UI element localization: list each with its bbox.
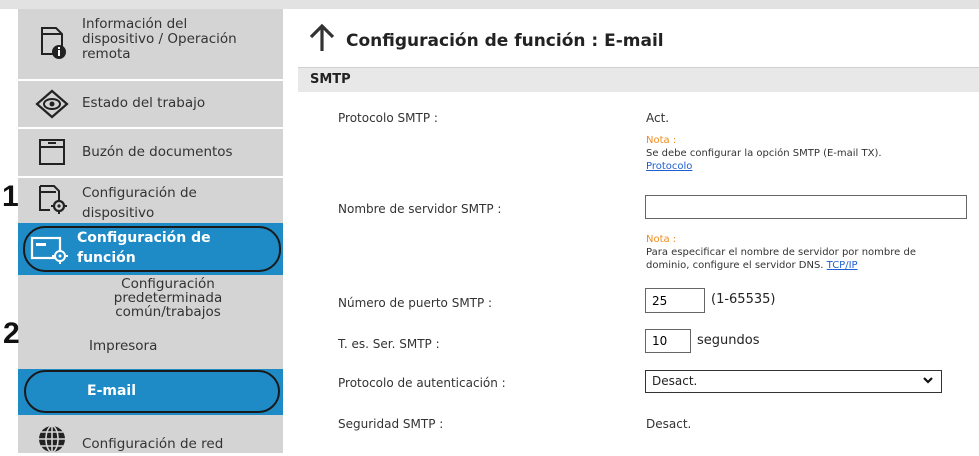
sidebar-item-device-settings[interactable]: Configuración de dispositivo [18, 178, 283, 221]
note-heading: Nota : [646, 135, 677, 146]
highlight-outline [23, 226, 281, 272]
sidebar-item-label: Información del dispositivo / Operación … [82, 16, 237, 62]
up-arrow-icon[interactable] [308, 23, 336, 57]
value-smtp-protocol: Act. [646, 111, 670, 125]
top-bar [0, 0, 979, 9]
page-title: Configuración de función : E-mail [346, 31, 664, 51]
highlight-outline [24, 370, 280, 413]
note-1: Nota : Se debe configurar la opción SMTP… [646, 134, 882, 173]
label-timeout: T. es. Ser. SMTP : [338, 337, 440, 351]
label-server-name: Nombre de servidor SMTP : [338, 202, 502, 216]
server-name-input[interactable] [645, 195, 967, 219]
sidebar-item-label: Configuración de dispositivo [82, 185, 197, 221]
select-value: Desact. [652, 374, 698, 388]
document-box-icon [32, 135, 72, 169]
value-smtp-security: Desact. [646, 417, 692, 431]
sidebar-subitem-default-settings[interactable]: Configuración predeterminada común/traba… [88, 277, 248, 319]
globe-icon [32, 422, 72, 456]
note-2: Nota : Para especificar el nombre de ser… [646, 233, 916, 272]
step-number-2: 2 [3, 317, 20, 350]
section-title: SMTP [310, 72, 351, 87]
protocol-link[interactable]: Protocolo [646, 161, 692, 172]
sidebar-subitem-printer[interactable]: Impresora [89, 339, 157, 353]
sidebar-item-label: Buzón de documentos [82, 144, 233, 160]
timeout-unit: segundos [697, 333, 760, 348]
main-panel: Configuración de función : E-mail SMTP P… [298, 9, 979, 453]
port-input[interactable] [645, 288, 705, 313]
note-text: Para especificar el nombre de servidor p… [646, 247, 916, 258]
label-auth-protocol: Protocolo de autenticación : [338, 376, 506, 390]
timeout-input[interactable] [645, 329, 691, 353]
note-heading: Nota : [646, 234, 677, 245]
label-port: Número de puerto SMTP : [338, 296, 493, 310]
label-smtp-security: Seguridad SMTP : [338, 417, 444, 431]
sidebar-item-job-status[interactable]: Estado del trabajo [18, 81, 283, 125]
auth-protocol-select[interactable]: Desact. [645, 370, 942, 393]
sidebar-item-document-box[interactable]: Buzón de documentos [18, 129, 283, 175]
sidebar-item-network-settings[interactable]: Configuración de red [18, 418, 283, 453]
note-text: Se debe configurar la opción SMTP (E-mai… [646, 148, 882, 159]
step-number-1: 1 [2, 180, 19, 213]
sidebar: Información del dispositivo / Operación … [18, 9, 283, 453]
device-info-icon [32, 25, 72, 59]
sidebar-item-label: Estado del trabajo [82, 95, 206, 111]
tcpip-link[interactable]: TCP/IP [827, 260, 858, 271]
sidebar-item-label: Configuración de red [82, 436, 224, 452]
device-settings-icon [32, 182, 72, 216]
section-header: SMTP [298, 67, 979, 92]
note-text: dominio, configure el servidor DNS. [646, 260, 824, 271]
port-range-hint: (1-65535) [711, 292, 776, 307]
header: Configuración de función : E-mail [298, 9, 979, 65]
label-smtp-protocol: Protocolo SMTP : [338, 111, 438, 125]
eye-icon [32, 87, 72, 121]
chevron-down-icon [922, 374, 934, 389]
sidebar-item-device-info[interactable]: Información del dispositivo / Operación … [18, 9, 283, 77]
